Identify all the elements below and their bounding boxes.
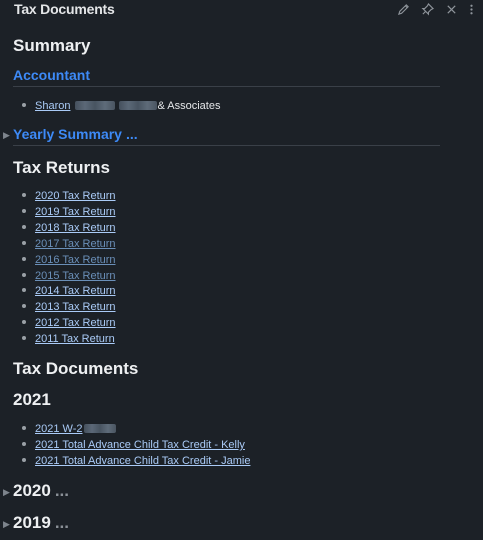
redacted-blur <box>119 101 158 110</box>
divider <box>13 145 440 146</box>
title-bar: Tax Documents <box>0 0 483 22</box>
bullet <box>22 288 26 293</box>
tax-documents-heading: Tax Documents <box>13 359 139 378</box>
collapsed-indicator: ... <box>54 513 69 532</box>
tax-return-link[interactable]: 2012 Tax Return <box>35 317 116 329</box>
bullet <box>22 256 26 261</box>
redacted-blur <box>83 424 116 433</box>
list-item: 2019 Tax Return <box>22 206 116 219</box>
list-item: 2011 Tax Return <box>22 333 115 346</box>
list-item: 2020 Tax Return <box>22 190 116 203</box>
divider <box>13 86 440 87</box>
accountant-suffix: & Associates <box>157 100 221 112</box>
tax-returns-heading: Tax Returns <box>13 158 110 177</box>
child-tax-credit-jamie-link[interactable]: 2021 Total Advance Child Tax Credit - Ja… <box>35 455 250 467</box>
bullet <box>22 224 26 229</box>
bullet <box>22 426 26 430</box>
list-item: 2012 Tax Return <box>22 317 116 330</box>
accountant-link[interactable]: Sharon <box>35 100 70 112</box>
edit-icon[interactable] <box>396 3 410 17</box>
list-item: 2013 Tax Return <box>22 301 116 314</box>
list-item: 2021 W-2 <box>22 423 116 436</box>
chevron-right-icon[interactable]: ▶ <box>3 519 10 530</box>
window-title: Tax Documents <box>14 1 115 17</box>
accountant-item: Sharon & Associates <box>22 100 220 113</box>
collapsed-indicator: ... <box>125 126 138 142</box>
bullet <box>22 208 26 213</box>
list-item: 2021 Total Advance Child Tax Credit - Ke… <box>22 439 245 452</box>
w2-link[interactable]: 2021 W-2 <box>35 423 83 435</box>
summary-heading: Summary <box>13 36 91 55</box>
tax-return-link[interactable]: 2015 Tax Return <box>35 270 116 282</box>
tax-return-link[interactable]: 2011 Tax Return <box>35 333 115 345</box>
collapsed-indicator: ... <box>54 481 69 500</box>
tax-return-link[interactable]: 2013 Tax Return <box>35 301 116 313</box>
bullet <box>22 458 26 462</box>
bullet <box>22 193 26 197</box>
list-item: 2017 Tax Return <box>22 238 116 251</box>
bullet <box>22 442 26 446</box>
tax-return-link[interactable]: 2018 Tax Return <box>35 222 116 234</box>
bullet <box>22 272 26 277</box>
more-icon[interactable] <box>465 3 473 17</box>
chevron-right-icon[interactable]: ▶ <box>3 130 10 141</box>
list-item: 2015 Tax Return <box>22 270 116 283</box>
list-item: 2016 Tax Return <box>22 254 116 267</box>
tax-return-link[interactable]: 2014 Tax Return <box>35 285 116 297</box>
tax-return-link[interactable]: 2016 Tax Return <box>35 254 116 266</box>
bullet <box>22 103 26 107</box>
year-2020-heading[interactable]: 2020... <box>13 481 69 501</box>
bullet <box>22 320 26 325</box>
bullet <box>22 336 26 341</box>
tax-return-link[interactable]: 2020 Tax Return <box>35 190 116 202</box>
yearly-summary-label: Yearly Summary <box>13 126 122 142</box>
pin-icon[interactable] <box>420 3 434 17</box>
tax-return-link[interactable]: 2019 Tax Return <box>35 206 116 218</box>
chevron-right-icon[interactable]: ▶ <box>3 487 10 498</box>
yearly-summary-heading[interactable]: Yearly Summary... <box>13 126 138 142</box>
year-2019-heading[interactable]: 2019... <box>13 513 69 533</box>
bullet <box>22 240 26 245</box>
redacted-blur <box>75 101 116 110</box>
list-item: 2014 Tax Return <box>22 285 116 298</box>
year-2019-label: 2019 <box>13 513 51 532</box>
child-tax-credit-kelly-link[interactable]: 2021 Total Advance Child Tax Credit - Ke… <box>35 439 245 451</box>
close-icon[interactable] <box>444 3 458 17</box>
year-2020-label: 2020 <box>13 481 51 500</box>
year-2021-heading: 2021 <box>13 390 51 409</box>
list-item: 2021 Total Advance Child Tax Credit - Ja… <box>22 455 250 468</box>
bullet <box>22 304 26 309</box>
tax-return-link[interactable]: 2017 Tax Return <box>35 238 116 250</box>
list-item: 2018 Tax Return <box>22 222 116 235</box>
accountant-heading: Accountant <box>13 67 90 83</box>
